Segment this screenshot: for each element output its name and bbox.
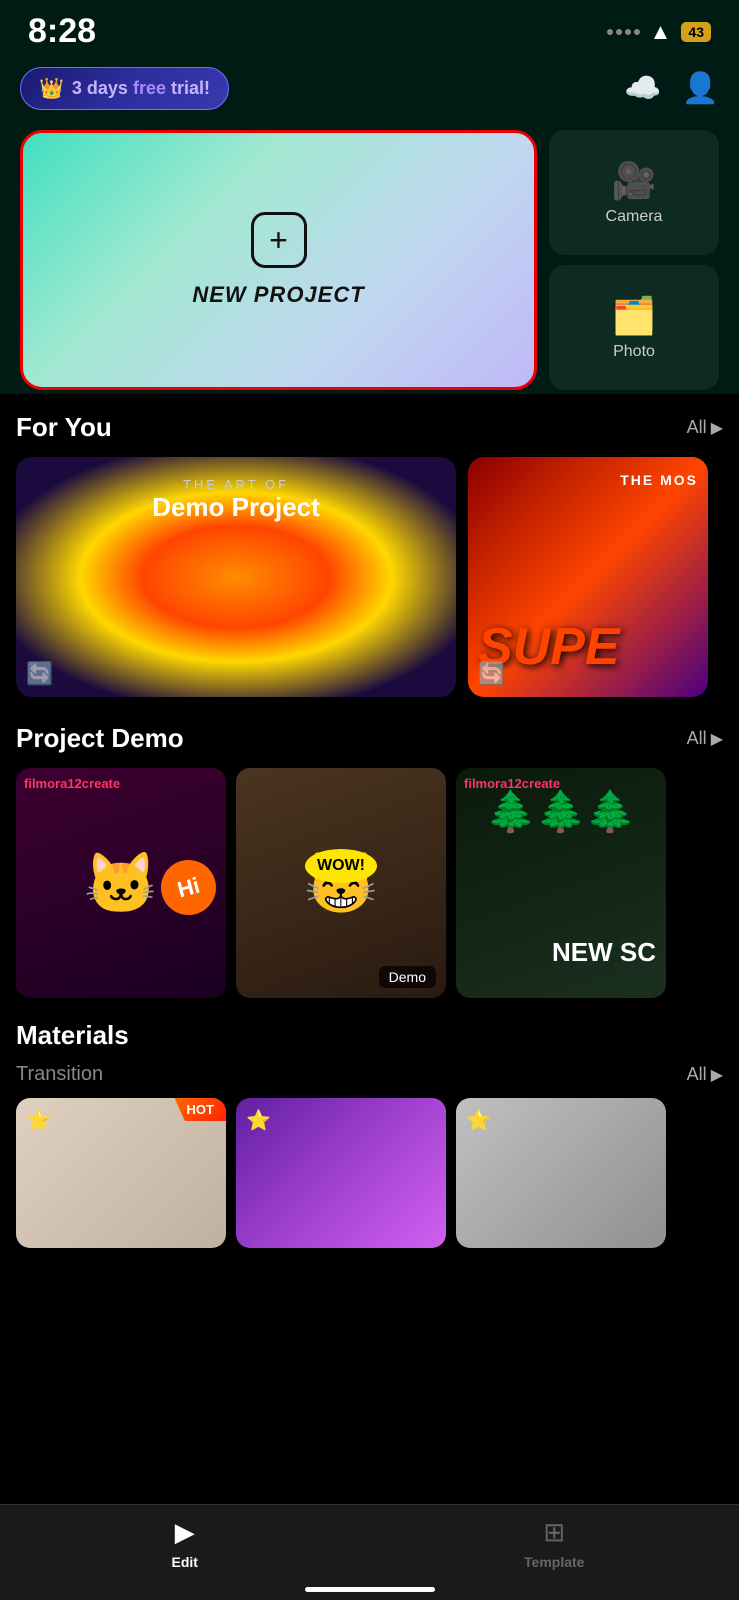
materials-title: Materials <box>16 1020 723 1051</box>
photo-button[interactable]: 🗂️ Photo <box>549 265 719 390</box>
transition-card-2[interactable]: ⭐ <box>236 1098 446 1248</box>
transition-icon-3: ⭐ <box>466 1108 491 1133</box>
trial-badge[interactable]: 👑 3 days free trial! <box>20 67 229 110</box>
trial-days: 3 days <box>72 78 133 98</box>
for-you-header: For You All ▶ <box>16 412 723 443</box>
header: 👑 3 days free trial! ☁️ 👤 <box>0 59 739 126</box>
refresh-icon: 🔄 <box>26 661 53 687</box>
camera-button[interactable]: 🎥 Camera <box>549 130 719 255</box>
home-indicator <box>305 1587 435 1592</box>
project-demo-title: Project Demo <box>16 723 184 754</box>
project-demo-all-button[interactable]: All ▶ <box>687 728 723 749</box>
trial-end: trial! <box>171 78 210 98</box>
transition-card-1[interactable]: HOT ⭐ <box>16 1098 226 1248</box>
transition-card-3[interactable]: ⭐ <box>456 1098 666 1248</box>
wow-bubble: WOW! <box>305 849 377 883</box>
demo-subtitle: THE ART OF <box>16 477 456 492</box>
header-actions: ☁️ 👤 <box>624 71 719 106</box>
filmora-label-1: filmora12create <box>24 776 120 791</box>
template-nav-icon: ⊞ <box>543 1517 565 1548</box>
project-demo-arrow-icon: ▶ <box>711 729 723 749</box>
super-refresh-icon: 🔄 <box>478 661 505 687</box>
trial-free: free <box>133 78 171 98</box>
super-subtitle: THE MOS <box>620 472 698 488</box>
hot-badge: HOT <box>175 1098 226 1121</box>
for-you-cards: THE ART OF Demo Project 🔄 THE MOS SUPE 🔄 <box>16 457 723 697</box>
side-buttons: 🎥 Camera 🗂️ Photo <box>549 130 719 390</box>
nav-item-template[interactable]: ⊞ Template <box>370 1517 739 1570</box>
cloud-icon[interactable]: ☁️ <box>624 71 661 106</box>
photo-icon: 🗂️ <box>612 295 657 337</box>
main-content: + NEW PROJECT 🎥 Camera 🗂️ Photo <box>0 126 739 394</box>
filmora-label-3: filmora12create <box>464 776 560 791</box>
for-you-section: For You All ▶ THE ART OF Demo Project 🔄 … <box>0 394 739 705</box>
status-icons: ▲ 43 <box>607 19 711 45</box>
new-project-button[interactable]: + NEW PROJECT <box>20 130 537 390</box>
project-card-1[interactable]: 🐱 filmora12create Hi <box>16 768 226 998</box>
for-you-card-demo[interactable]: THE ART OF Demo Project 🔄 <box>16 457 456 697</box>
transition-arrow-icon: ▶ <box>711 1065 723 1085</box>
project-demo-header: Project Demo All ▶ <box>16 723 723 754</box>
signal-dots-icon <box>607 29 640 35</box>
project-row: + NEW PROJECT 🎥 Camera 🗂️ Photo <box>16 126 723 394</box>
transition-icon-1: ⭐ <box>26 1108 51 1133</box>
for-you-all-button[interactable]: All ▶ <box>687 417 723 438</box>
trial-text: 3 days free trial! <box>72 78 210 99</box>
edit-nav-label: Edit <box>172 1554 198 1570</box>
for-you-card-super[interactable]: THE MOS SUPE 🔄 <box>468 457 708 697</box>
transition-cards: HOT ⭐ ⭐ ⭐ <box>16 1098 723 1248</box>
nav-item-edit[interactable]: ▶ Edit <box>0 1517 370 1570</box>
cat-grey-background: 😸 <box>236 768 446 998</box>
transition-header: Transition All ▶ <box>16 1063 723 1086</box>
demo-title: Demo Project <box>16 492 456 523</box>
project-card-3[interactable]: 🌲🌲🌲 filmora12create NEW SC <box>456 768 666 998</box>
for-you-title: For You <box>16 412 112 443</box>
cat-grey-image: 😸 <box>236 768 446 998</box>
wifi-icon: ▲ <box>650 19 672 45</box>
new-project-label: NEW PROJECT <box>192 282 364 308</box>
demo-tag: Demo <box>379 966 436 988</box>
materials-section: Materials Transition All ▶ HOT ⭐ ⭐ ⭐ <box>0 1006 739 1256</box>
status-bar: 8:28 ▲ 43 <box>0 0 739 59</box>
plus-icon: + <box>251 212 307 268</box>
transition-all-button[interactable]: All ▶ <box>687 1064 723 1085</box>
camera-icon: 🎥 <box>612 160 657 202</box>
transition-icon-2: ⭐ <box>246 1108 271 1133</box>
new-sc-text: NEW SC <box>552 937 656 968</box>
demo-text-block: THE ART OF Demo Project <box>16 477 456 523</box>
photo-label: Photo <box>613 343 655 361</box>
camera-label: Camera <box>606 208 663 226</box>
project-card-2[interactable]: 😸 WOW! Demo <box>236 768 446 998</box>
profile-icon[interactable]: 👤 <box>682 71 719 106</box>
battery-indicator: 43 <box>681 22 711 42</box>
transition-title: Transition <box>16 1063 103 1086</box>
template-nav-label: Template <box>524 1554 584 1570</box>
for-you-arrow-icon: ▶ <box>711 418 723 438</box>
project-demo-cards: 🐱 filmora12create Hi 😸 WOW! Demo 🌲🌲🌲 fil… <box>16 768 723 998</box>
project-demo-section: Project Demo All ▶ 🐱 filmora12create Hi … <box>0 705 739 1006</box>
crown-icon: 👑 <box>39 76 64 101</box>
bottom-nav: ▶ Edit ⊞ Template <box>0 1504 739 1600</box>
edit-nav-icon: ▶ <box>175 1517 195 1548</box>
status-time: 8:28 <box>28 12 96 51</box>
